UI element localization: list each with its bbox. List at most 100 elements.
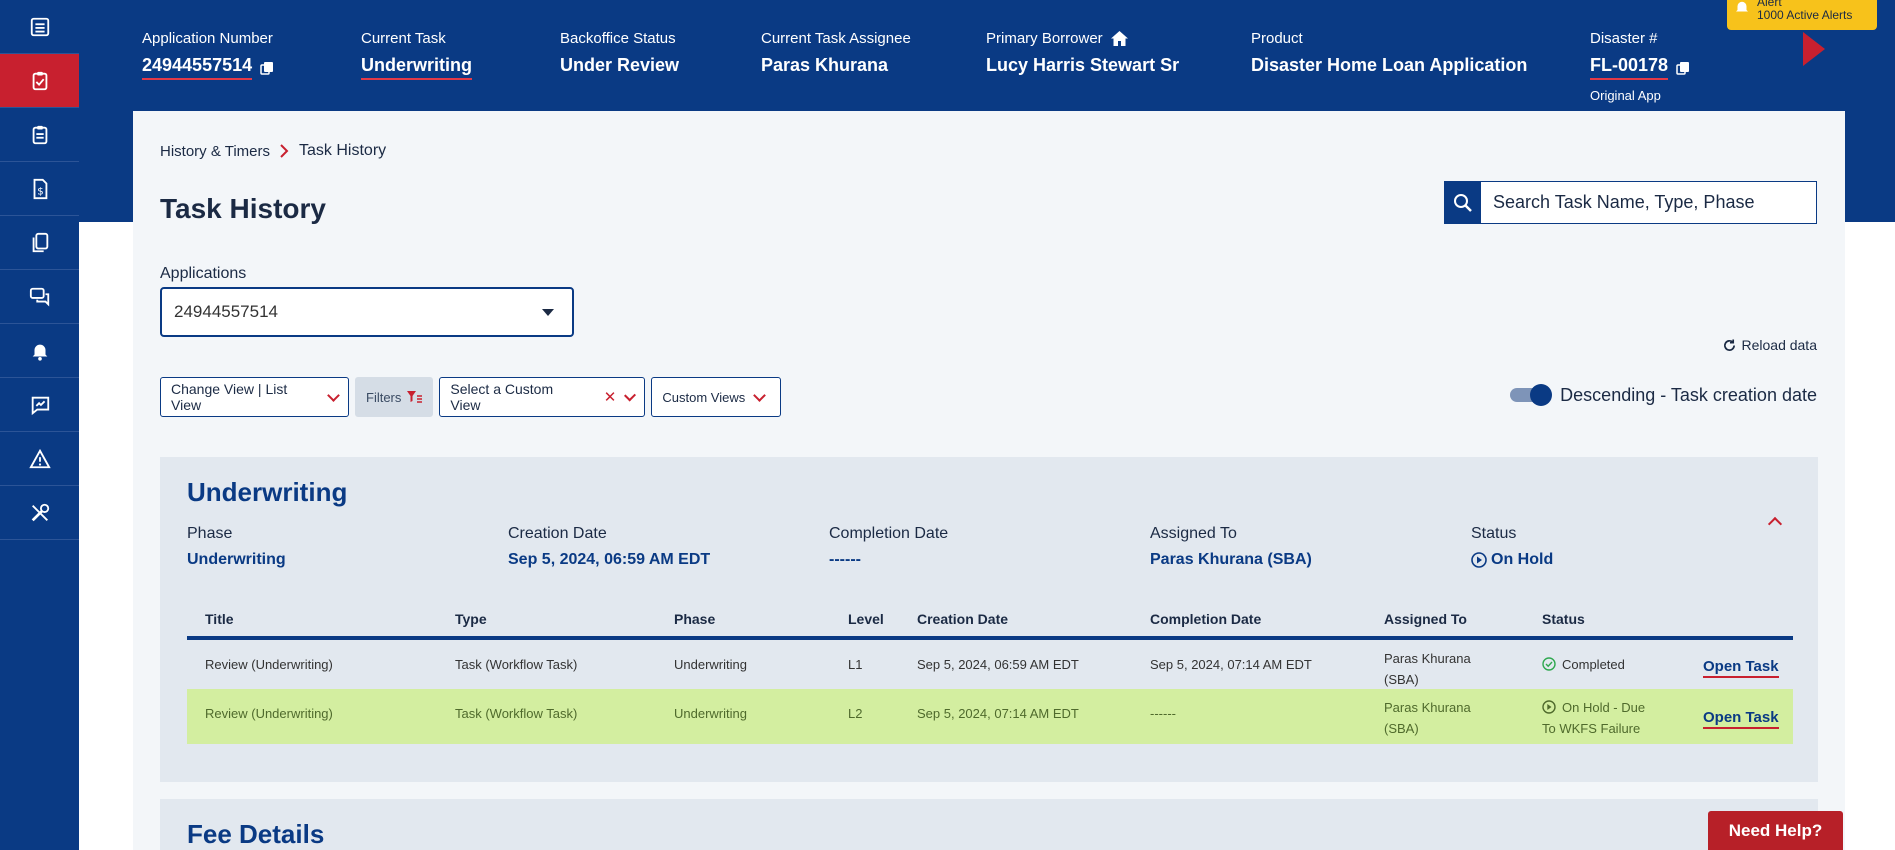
- cell-assigned-to-line1: Paras Khurana: [1384, 700, 1471, 715]
- sort-toggle-switch[interactable]: [1510, 384, 1553, 406]
- alert-title: Alert: [1757, 0, 1782, 9]
- current-task-link[interactable]: Underwriting: [361, 55, 472, 80]
- check-circle-icon: [1542, 657, 1556, 671]
- cell-creation-date: Sep 5, 2024, 07:14 AM EDT: [917, 706, 1079, 721]
- cell-type: Task (Workflow Task): [455, 706, 578, 721]
- summary-completion-date-label: Completion Date: [829, 525, 949, 542]
- left-sidebar: $: [0, 0, 79, 850]
- product-label: Product: [1251, 30, 1303, 47]
- need-help-button[interactable]: Need Help?: [1708, 811, 1843, 850]
- copy-icon[interactable]: [1676, 61, 1690, 75]
- backoffice-status-label: Backoffice Status: [560, 30, 676, 47]
- chevron-down-icon: [753, 388, 767, 402]
- filter-icon: [407, 390, 423, 403]
- cell-assigned-to: Paras Khurana (SBA): [1384, 648, 1471, 690]
- sidebar-item-documents[interactable]: [0, 216, 79, 270]
- applications-selected-value: 24944557514: [174, 302, 279, 321]
- sidebar-item-overview[interactable]: [0, 0, 79, 54]
- primary-borrower-value: Lucy Harris Stewart Sr: [986, 55, 1180, 75]
- summary-phase-label: Phase: [187, 525, 233, 542]
- cell-level: L1: [848, 657, 863, 672]
- search-button[interactable]: [1445, 182, 1481, 223]
- cell-completion-date: Sep 5, 2024, 07:14 AM EDT: [1150, 657, 1312, 672]
- sidebar-item-reports[interactable]: [0, 378, 79, 432]
- summary-completion-date-value: ------: [829, 551, 861, 568]
- change-view-dropdown[interactable]: Change View | List View: [160, 377, 349, 417]
- sidebar-item-tools[interactable]: [0, 486, 79, 540]
- panel-title: Underwriting: [187, 477, 348, 507]
- dollar-document-icon: $: [33, 178, 47, 199]
- sidebar-item-financials[interactable]: $: [0, 162, 79, 216]
- summary-phase: Phase Underwriting: [187, 525, 286, 569]
- original-app-label: Original App: [1590, 88, 1661, 103]
- underwriting-panel: Underwriting Phase Underwriting Creation…: [160, 457, 1818, 782]
- sidebar-item-notifications[interactable]: [0, 324, 79, 378]
- chevron-down-icon: [327, 388, 340, 402]
- custom-views-dropdown[interactable]: Custom Views: [651, 377, 782, 417]
- clear-icon[interactable]: ✕: [604, 388, 617, 406]
- summary-completion-date: Completion Date ------: [829, 525, 948, 569]
- expand-arrow-icon[interactable]: [1803, 32, 1825, 66]
- reload-data-button[interactable]: Reload data: [1723, 337, 1817, 353]
- summary-status: Status On Hold: [1471, 525, 1553, 569]
- summary-assigned-to-value: Paras Khurana (SBA): [1150, 551, 1312, 568]
- active-alerts-chip[interactable]: Alert 1000 Active Alerts: [1727, 0, 1877, 30]
- page-title: Task History: [160, 193, 326, 224]
- alert-count: 1000 Active Alerts: [1757, 8, 1853, 22]
- change-view-label: Change View | List View: [171, 381, 288, 413]
- cell-status-text-line2: To WKFS Failure: [1542, 721, 1641, 736]
- chat-icon: [29, 287, 49, 307]
- application-number-link[interactable]: 24944557514: [142, 55, 253, 80]
- bell-icon: [32, 344, 47, 361]
- cell-assigned-to-line1: Paras Khurana: [1384, 651, 1471, 666]
- breadcrumb: History & Timers Task History: [160, 142, 386, 160]
- header-application-number: Application Number 24944557514: [142, 30, 274, 80]
- applications-select[interactable]: 24944557514: [160, 287, 574, 337]
- sort-toggle-label: Descending - Task creation date: [1560, 384, 1817, 405]
- header-backoffice-status: Backoffice Status Under Review: [560, 30, 679, 76]
- on-hold-icon: [1471, 552, 1487, 568]
- home-icon: [1110, 31, 1128, 46]
- task-history-content: History & Timers Task History Task Histo…: [133, 111, 1845, 850]
- applications-label: Applications: [160, 265, 247, 282]
- chart-message-icon: [31, 396, 49, 415]
- breadcrumb-parent-link[interactable]: History & Timers: [160, 143, 270, 160]
- sidebar-item-alerts[interactable]: [0, 432, 79, 486]
- custom-view-select-label: Select a Custom View: [450, 381, 554, 413]
- column-assigned-to: Assigned To: [1384, 611, 1467, 627]
- sort-order-toggle: Descending - Task creation date: [1510, 384, 1817, 406]
- column-phase: Phase: [674, 611, 716, 627]
- cell-status: Completed: [1542, 657, 1625, 672]
- caret-down-icon: [542, 308, 554, 316]
- chevron-down-icon: [624, 388, 637, 402]
- custom-views-label: Custom Views: [662, 389, 746, 405]
- svg-text:$: $: [37, 186, 43, 197]
- cell-title: Review (Underwriting): [205, 657, 333, 672]
- summary-assigned-to-label: Assigned To: [1150, 525, 1237, 542]
- header-current-task: Current Task Underwriting: [361, 30, 472, 80]
- filters-button[interactable]: Filters: [355, 377, 434, 417]
- copy-icon[interactable]: [260, 61, 274, 75]
- cell-assigned-to-line2: (SBA): [1384, 721, 1419, 736]
- disaster-number-link[interactable]: FL-00178: [1590, 55, 1669, 80]
- cell-assigned-to: Paras Khurana (SBA): [1384, 697, 1471, 739]
- search-input[interactable]: [1481, 182, 1816, 223]
- column-level: Level: [848, 611, 884, 627]
- refresh-icon: [1724, 338, 1736, 351]
- warning-icon: [28, 448, 51, 468]
- task-search: [1444, 181, 1817, 224]
- summary-creation-date: Creation Date Sep 5, 2024, 06:59 AM EDT: [508, 525, 710, 569]
- on-hold-icon: [1542, 700, 1556, 714]
- cell-level: L2: [848, 706, 863, 721]
- sidebar-item-messages[interactable]: [0, 270, 79, 324]
- sidebar-item-tasks[interactable]: [0, 54, 79, 108]
- reload-data-label: Reload data: [1741, 337, 1817, 353]
- column-creation-date: Creation Date: [917, 611, 1009, 627]
- open-task-link[interactable]: Open Task: [1703, 709, 1779, 729]
- sidebar-item-checklist[interactable]: [0, 108, 79, 162]
- cell-status-text: On Hold - Due: [1562, 700, 1646, 715]
- documents-icon: [32, 232, 48, 252]
- open-task-link[interactable]: Open Task: [1703, 658, 1779, 678]
- cell-title: Review (Underwriting): [205, 706, 333, 721]
- custom-view-select[interactable]: Select a Custom View ✕: [439, 377, 646, 417]
